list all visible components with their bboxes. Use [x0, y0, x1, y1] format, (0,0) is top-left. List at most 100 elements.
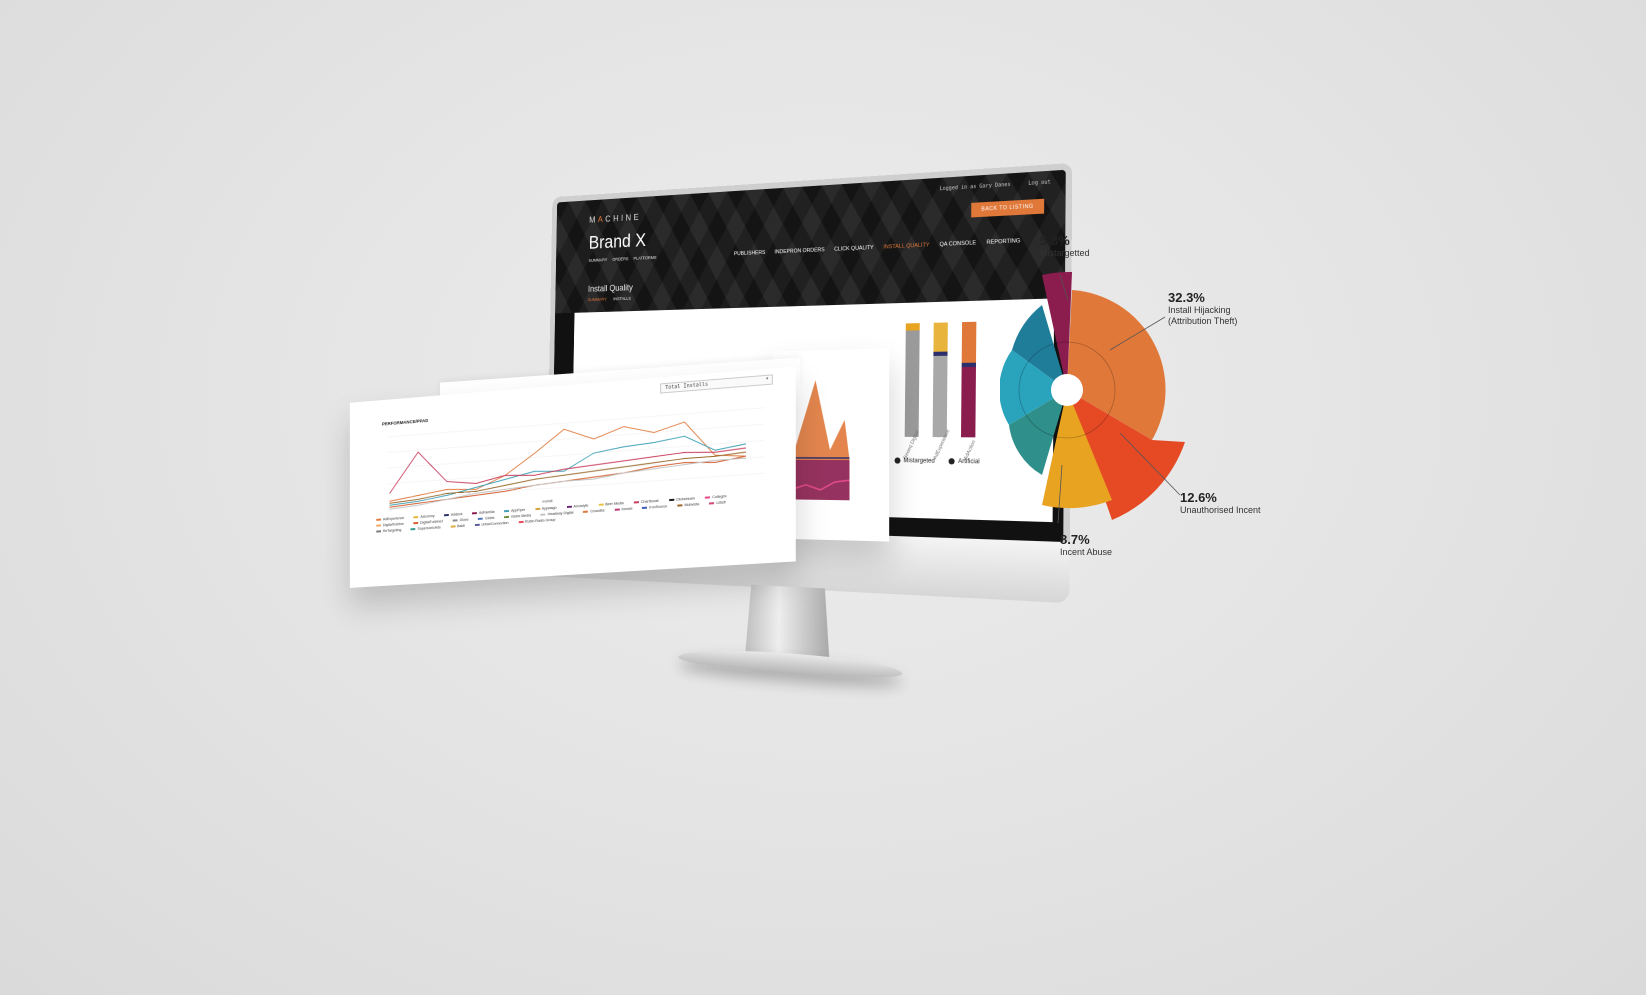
legend-item[interactable]: Globe: [478, 516, 494, 521]
legend-item[interactable]: SupersonicAds: [411, 525, 441, 531]
legend-item[interactable]: Crowdful: [583, 508, 604, 513]
legend-dot: [949, 458, 955, 464]
legend-item[interactable]: Mobvista: [677, 502, 699, 508]
legend-swatch: [634, 501, 639, 503]
legend-item[interactable]: Rubin Radio Group: [518, 518, 555, 524]
legend-dot: [895, 457, 901, 463]
legend-swatch: [472, 512, 477, 514]
legend-item[interactable]: Inmobi: [614, 507, 632, 512]
nav-platforms[interactable]: PLATFORMS: [633, 255, 656, 261]
area-series-orange: [792, 380, 850, 460]
nav-orders[interactable]: ORDERS: [612, 256, 628, 261]
line-chart-card: PERFORMANCE/PPAD Total Installs ▾ Instal…: [350, 366, 796, 588]
legend-label: Globe Media: [511, 513, 531, 518]
chevron-down-icon: ▾: [766, 376, 769, 382]
legend-item[interactable]: Arrowlyfe: [567, 504, 589, 509]
legend-label: Globe: [485, 516, 494, 521]
logout-link[interactable]: Log out: [1028, 179, 1050, 187]
legend-swatch: [414, 516, 419, 518]
page-title: Install Quality: [588, 283, 633, 294]
nav-click-quality[interactable]: CLICK QUALITY: [834, 245, 874, 253]
legend-swatch: [709, 502, 714, 504]
legend-item[interactable]: UrbanConnection: [474, 521, 508, 527]
legend-item[interactable]: Liftoff: [709, 500, 725, 505]
nav-install-quality[interactable]: INSTALL QUALITY: [883, 242, 929, 250]
legend-item[interactable]: DigitalTurbine: [376, 522, 404, 528]
legend-swatch: [614, 509, 619, 511]
legend-item[interactable]: IronSource: [642, 504, 667, 510]
fraud-breakdown-chart: 5.8% Mistargetted 32.3% Install Hijackin…: [1000, 255, 1280, 565]
legend-swatch: [705, 496, 710, 498]
legend-artificial: Artificial: [949, 458, 980, 465]
user-bar: Logged in as Gary Danes Log out: [926, 179, 1051, 193]
legend-item[interactable]: AppFlyer: [504, 508, 525, 513]
legend-item[interactable]: AdFamilia: [472, 510, 494, 515]
legend-item[interactable]: Headway Digital: [541, 511, 574, 517]
app-header: MACHINE Brand X Logged in as Gary Danes …: [555, 170, 1066, 314]
legend-swatch: [453, 519, 458, 521]
label-mistargetted: 5.8% Mistargetted: [1040, 233, 1090, 259]
tab-installs[interactable]: INSTALLS: [613, 296, 631, 301]
legend-item[interactable]: AdExperience: [376, 516, 404, 522]
legend-label: Headway Digital: [548, 511, 574, 517]
section-tabs: SUMMARY INSTALLS: [588, 296, 631, 302]
area-series-purple: [792, 460, 850, 500]
legend-swatch: [474, 524, 479, 526]
legend-swatch: [504, 510, 509, 512]
legend-swatch: [598, 504, 603, 506]
legend-swatch: [583, 511, 588, 513]
legend-item[interactable]: Baldi: [450, 524, 464, 529]
legend-label: IronSource: [649, 504, 667, 509]
legend-swatch: [376, 519, 381, 521]
legend-label: Baldi: [457, 524, 465, 528]
legend-item[interactable]: ReTargeting: [376, 528, 401, 534]
legend-swatch: [478, 518, 483, 520]
legend-swatch: [518, 521, 523, 523]
nav-reporting[interactable]: REPORTING: [986, 238, 1020, 246]
legend-item[interactable]: Adcolony: [414, 514, 435, 519]
monitor-neck: [745, 585, 830, 659]
nav-qa-console[interactable]: QA CONSOLE: [939, 240, 976, 248]
legend-label: ReTargeting: [383, 528, 401, 533]
legend-item[interactable]: Collegrix: [705, 494, 727, 500]
legend-item[interactable]: Addeck: [444, 512, 462, 517]
legend-item[interactable]: Chartboost: [634, 499, 659, 505]
legend-label: Appwago: [542, 506, 557, 511]
legend-label: Liftoff: [717, 500, 726, 505]
legend-label: Addeck: [451, 512, 463, 517]
nav-summary[interactable]: SUMMARY: [588, 257, 607, 263]
legend-swatch: [535, 508, 540, 510]
legend-label: Inmobi: [621, 507, 632, 512]
legend-label: Rubin Radio Group: [525, 518, 555, 524]
legend-swatch: [504, 516, 509, 518]
series-line: [390, 428, 746, 494]
sub-nav: SUMMARY ORDERS PLATFORMS: [588, 255, 656, 263]
legend-mistargeted: Mistargeted: [895, 457, 935, 464]
bar-legend: Mistargeted Artificial: [895, 457, 980, 465]
select-value: Total Installs: [665, 382, 708, 392]
legend-item[interactable]: Glove: [453, 518, 469, 523]
legend-swatch: [669, 499, 674, 501]
legend-item[interactable]: Globe Media: [504, 513, 531, 519]
legend-label: DigitalTurbine: [383, 522, 404, 527]
legend-item[interactable]: Clickstream: [669, 496, 695, 502]
legend-item[interactable]: DigitalTurbine2: [413, 519, 443, 525]
app-logo: MACHINE: [589, 212, 641, 224]
legend-swatch: [444, 514, 449, 516]
legend-label: AppFlyer: [511, 508, 525, 513]
legend-swatch: [411, 528, 416, 530]
legend-item[interactable]: Appwago: [535, 506, 557, 511]
chart-grid: [388, 408, 765, 500]
nav-publishers[interactable]: PUBLISHERS: [734, 250, 766, 257]
metric-select[interactable]: Total Installs ▾: [660, 374, 773, 393]
tab-summary[interactable]: SUMMARY: [588, 297, 607, 302]
back-to-listing-button[interactable]: BACK TO LISTING: [971, 199, 1044, 218]
stacked-bar-chart: [905, 322, 977, 438]
legend-label: Beer Media: [605, 501, 623, 506]
legend-label: AdFamilia: [479, 510, 495, 515]
legend-item[interactable]: Beer Media: [598, 501, 623, 507]
legend-swatch: [450, 525, 455, 527]
nav-indepron-orders[interactable]: INDEPRON ORDERS: [774, 247, 824, 255]
main-nav: PUBLISHERS INDEPRON ORDERS CLICK QUALITY…: [734, 238, 1020, 257]
legend-label: AdExperience: [383, 516, 404, 521]
